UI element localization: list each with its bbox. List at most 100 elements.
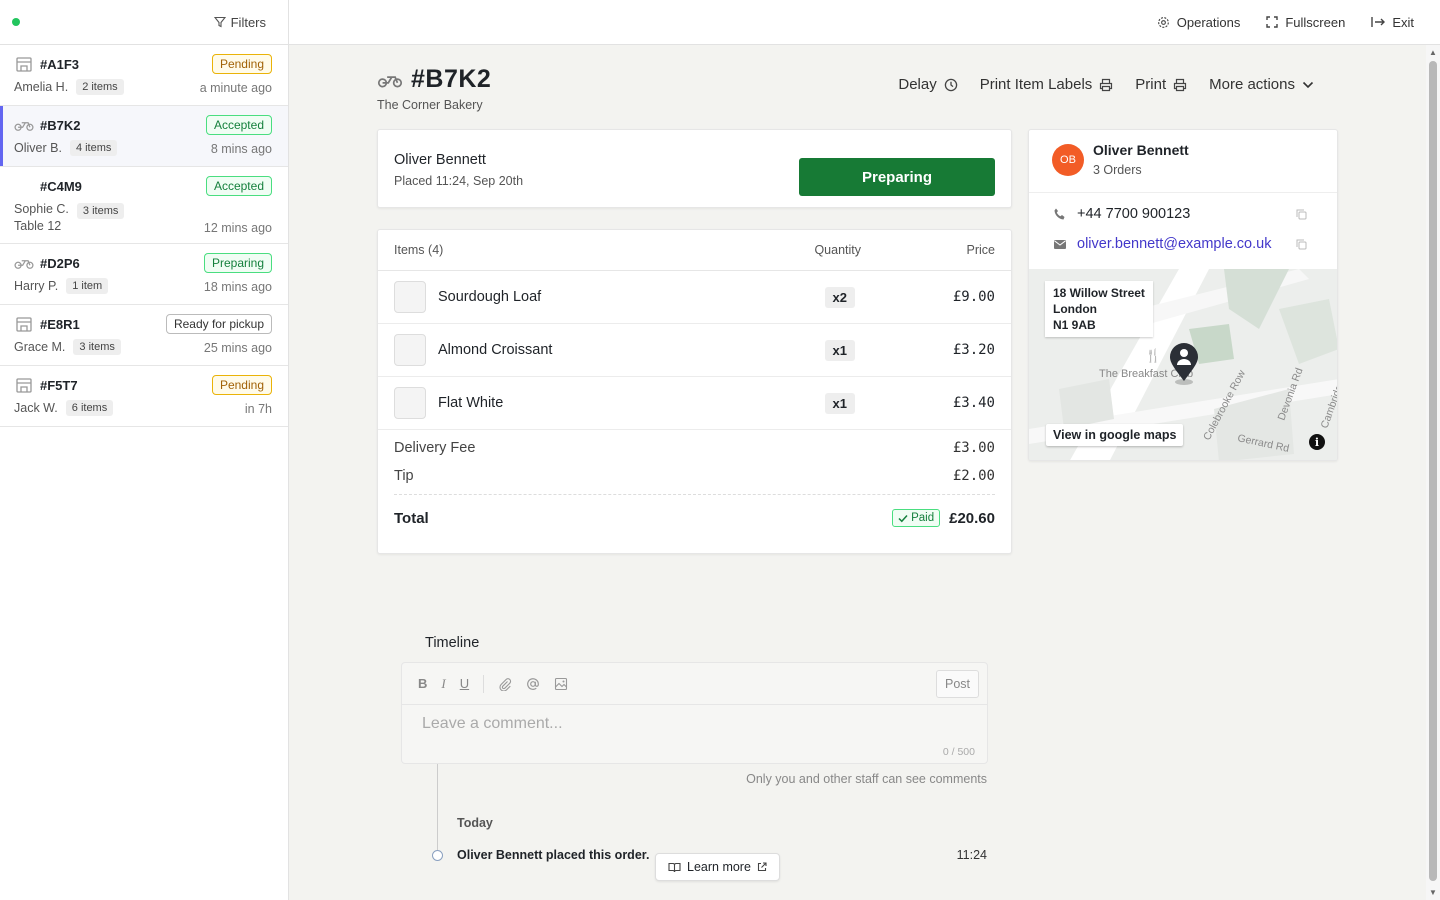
delay-button[interactable]: Delay	[898, 76, 957, 93]
email-row: oliver.bennett@example.co.uk	[1053, 236, 1307, 252]
table-row: Flat White x1 £3.40	[378, 377, 1011, 430]
order-time: 18 mins ago	[203, 280, 272, 294]
price-header: Price	[966, 243, 995, 257]
filters-button[interactable]: Filters	[213, 15, 266, 30]
scroll-up-arrow[interactable]: ▲	[1429, 48, 1437, 57]
mention-icon[interactable]	[526, 677, 540, 691]
item-count-chip: 2 items	[76, 79, 124, 95]
comment-editor: B I U Post Leave a comment... 0 / 500	[401, 662, 988, 764]
map-view[interactable]: The Breakfast Club 🍴 Colebrooke Row Devo…	[1029, 269, 1337, 460]
order-list-item[interactable]: #D2P6 Preparing Harry P. 1 item 18 mins a…	[0, 244, 288, 305]
store-icon	[14, 315, 34, 333]
items-table-header: Items (4) Quantity Price	[378, 230, 1011, 271]
order-time: 25 mins ago	[203, 341, 272, 355]
scooter-icon	[377, 75, 403, 87]
status-badge: Accepted	[205, 115, 272, 135]
item-name: Sourdough Loaf	[438, 289, 542, 305]
total-value: £20.60	[949, 509, 995, 527]
order-detail: #B7K2 The Corner Bakery Delay Print Item…	[289, 45, 1426, 900]
exit-button[interactable]: Exit	[1371, 15, 1414, 30]
scroll-down-arrow[interactable]: ▼	[1429, 888, 1437, 897]
customer-name: Sophie C.	[14, 202, 69, 216]
order-time: 12 mins ago	[203, 221, 272, 235]
print-button[interactable]: Print	[1135, 76, 1187, 93]
copy-icon[interactable]	[1296, 239, 1307, 250]
phone-number[interactable]: +44 7700 900123	[1077, 206, 1286, 222]
print-item-labels-button[interactable]: Print Item Labels	[980, 76, 1114, 93]
toolbar-divider	[483, 674, 485, 693]
item-name: Almond Croissant	[438, 342, 553, 358]
learn-more-button[interactable]: Learn more	[655, 853, 780, 881]
comment-input[interactable]: Leave a comment...	[422, 715, 563, 733]
more-actions-button[interactable]: More actions	[1209, 76, 1314, 93]
timeline-title: Timeline	[425, 635, 480, 651]
order-list: #A1F3 Pending Amelia H. 2 items a minute …	[0, 45, 288, 427]
item-thumbnail	[394, 387, 426, 419]
filter-icon	[213, 16, 226, 28]
comment-visibility-note: Only you and other staff can see comment…	[746, 772, 987, 786]
order-list-item[interactable]: #E8R1 Ready for pickup Grace M. 3 items 2…	[0, 305, 288, 366]
timeline-event-time: 11:24	[956, 848, 987, 862]
order-list-item[interactable]: #A1F3 Pending Amelia H. 2 items a minute …	[0, 45, 288, 106]
fullscreen-icon	[1266, 16, 1279, 28]
phone-row: +44 7700 900123	[1053, 206, 1307, 222]
bold-button[interactable]: B	[418, 676, 427, 691]
order-id: #D2P6	[40, 255, 80, 271]
order-time: in 7h	[244, 402, 272, 416]
order-actions: Delay Print Item Labels Print More actio…	[898, 76, 1314, 93]
character-count: 0 / 500	[942, 746, 975, 758]
delivery-fee-row: Delivery Fee £3.00	[378, 434, 1011, 462]
underline-button[interactable]: U	[460, 676, 469, 691]
view-in-google-maps-button[interactable]: View in google maps	[1046, 424, 1184, 446]
learn-more-label: Learn more	[687, 860, 751, 874]
more-actions-label: More actions	[1209, 76, 1295, 93]
info-icon[interactable]: i	[1309, 434, 1325, 450]
order-id: #A1F3	[40, 56, 80, 72]
fullscreen-button[interactable]: Fullscreen	[1266, 15, 1345, 30]
tip-label: Tip	[394, 468, 414, 484]
sidebar-header: Filters	[0, 0, 288, 45]
order-list-item[interactable]: #C4M9 Accepted Sophie C. Table 12 3 items …	[0, 167, 288, 244]
italic-button[interactable]: I	[441, 676, 445, 692]
customer-name: Oliver B.	[14, 141, 62, 155]
scrollbar-thumb[interactable]	[1429, 61, 1437, 881]
table-row: Almond Croissant x1 £3.20	[378, 324, 1011, 377]
timeline-dot	[432, 850, 443, 861]
exit-label: Exit	[1392, 14, 1414, 30]
timeline-day: Today	[457, 816, 493, 830]
image-icon[interactable]	[554, 677, 568, 691]
printer-icon	[1100, 78, 1113, 91]
operations-button[interactable]: Operations	[1157, 15, 1240, 30]
item-quantity: x1	[824, 339, 855, 361]
check-icon	[898, 514, 908, 522]
total-row: Total Paid £20.60	[378, 509, 1011, 527]
editor-toolbar: B I U	[402, 663, 987, 705]
item-count-chip: 6 items	[65, 400, 114, 416]
order-list-sidebar: Filters #A1F3 Pending Amelia H. 2 items a…	[0, 0, 289, 900]
timeline-event: Oliver Bennett placed this order.	[457, 848, 650, 862]
preparing-status-button[interactable]: Preparing	[799, 158, 995, 196]
clock-icon	[944, 78, 957, 91]
quantity-header: Quantity	[814, 243, 861, 257]
main-scrollbar[interactable]: ▲ ▼	[1426, 45, 1440, 900]
mail-icon	[1054, 239, 1066, 249]
contact-order-count: 3 Orders	[1093, 163, 1142, 177]
items-header-label: Items	[394, 243, 425, 257]
status-badge: Preparing	[203, 253, 272, 273]
customer-contact-card: OB Oliver Bennett 3 Orders +44 7700 9001…	[1028, 129, 1338, 461]
gear-icon	[1157, 16, 1169, 28]
order-list-item[interactable]: #F5T7 Pending Jack W. 6 items in 7h	[0, 366, 288, 427]
delay-label: Delay	[898, 76, 937, 93]
copy-icon[interactable]	[1296, 209, 1307, 220]
post-button[interactable]: Post	[935, 670, 979, 698]
order-time: 8 mins ago	[210, 142, 272, 156]
restaurant-icon: 🍴	[1145, 348, 1161, 364]
paperclip-icon[interactable]	[498, 677, 512, 691]
customer-name: Jack W.	[14, 401, 58, 415]
email-link[interactable]: oliver.bennett@example.co.uk	[1077, 236, 1286, 252]
order-list-item[interactable]: #B7K2 Accepted Oliver B. 4 items 8 mins a…	[0, 106, 288, 167]
address-line: London	[1053, 302, 1097, 316]
divider	[394, 494, 995, 495]
order-time: a minute ago	[199, 81, 272, 95]
store-icon	[14, 376, 34, 394]
